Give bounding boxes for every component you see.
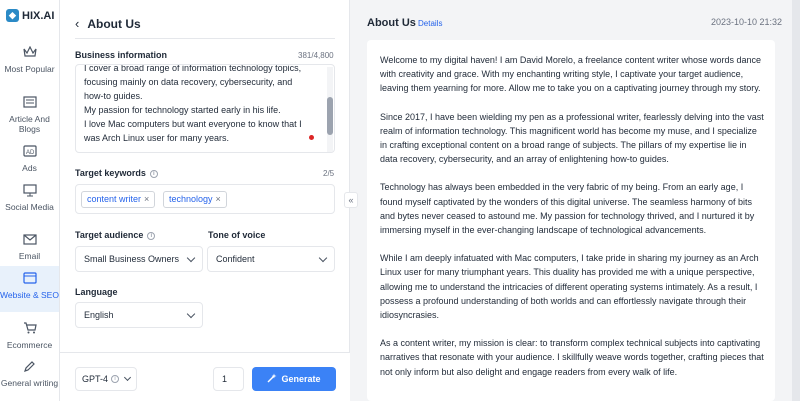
text-line: I cover a broad range of information tec… [84, 64, 302, 73]
output-paragraph: Since 2017, I have been wielding my pen … [380, 111, 764, 165]
ad-icon: AD [22, 143, 38, 159]
sidebar-item-most-popular[interactable]: Most Popular [0, 44, 59, 86]
chevron-down-icon [186, 253, 196, 263]
mail-icon [22, 231, 38, 247]
sidebar-item-social-media[interactable]: Social Media [0, 182, 59, 224]
keywords-label-text: Target keywords [75, 168, 146, 178]
output-title: About Us [367, 17, 416, 29]
back-button[interactable]: ‹ About Us [75, 16, 141, 31]
keywords-counter: 2/5 [323, 169, 335, 178]
textarea-scrollbar[interactable] [327, 67, 333, 152]
language-select[interactable]: English [75, 302, 203, 328]
cart-icon [22, 320, 38, 336]
sidebar: ◆ HIX.AI Most Popular Article And Blogs … [0, 0, 60, 401]
newspaper-icon [22, 94, 38, 110]
output-paragraph: Technology has always been embedded in t… [380, 182, 755, 236]
collapse-panel-button[interactable]: « [344, 192, 358, 208]
generate-label: Generate [281, 374, 321, 384]
sidebar-item-email[interactable]: Email [0, 231, 59, 261]
scroll-thumb[interactable] [327, 97, 333, 135]
grammarly-dot-icon[interactable] [309, 135, 314, 140]
sidebar-item-label: Most Popular [4, 64, 55, 74]
business-info-textarea[interactable]: I cover a broad range of information tec… [75, 64, 335, 153]
audience-label-text: Target audience [75, 230, 144, 240]
page-scrollbar[interactable] [792, 0, 800, 401]
sidebar-item-ads[interactable]: AD Ads [0, 143, 59, 175]
action-bar: GPT-4 i 1 Generate [60, 352, 350, 401]
keyword-chip: content writer × [81, 191, 156, 208]
page-title: About Us [87, 16, 141, 31]
audience-label: Target audience i [75, 230, 156, 240]
generate-button[interactable]: Generate [252, 367, 336, 391]
sidebar-item-label: Email [18, 251, 41, 261]
keyword-chip: technology × [163, 191, 227, 208]
info-icon[interactable]: i [111, 375, 120, 383]
logo[interactable]: ◆ HIX.AI [6, 9, 54, 22]
chevron-left-icon: ‹ [75, 16, 80, 31]
keywords-label: Target keywords i [75, 168, 158, 178]
output-paragraph: While I am deeply infatuated with Mac co… [380, 253, 759, 321]
sidebar-item-label: General writing [0, 378, 59, 388]
model-select[interactable]: GPT-4 i [75, 367, 137, 391]
sidebar-item-website-seo[interactable]: Website & SEO [0, 266, 59, 312]
audience-select[interactable]: Small Business Owners [75, 246, 203, 272]
divider [75, 38, 335, 39]
pen-icon [22, 358, 38, 374]
keywords-input[interactable]: content writer × technology × [75, 184, 335, 214]
text-line: My passion for technology started early … [84, 105, 281, 115]
close-icon[interactable]: × [144, 192, 149, 207]
magic-wand-icon [267, 373, 277, 385]
info-icon[interactable]: i [149, 169, 158, 178]
details-link[interactable]: Details [418, 19, 442, 28]
language-label: Language [75, 287, 118, 297]
chevron-down-icon [123, 373, 132, 382]
tone-label: Tone of voice [208, 230, 266, 240]
business-info-label: Business information [75, 50, 168, 60]
output-timestamp: 2023-10-10 21:32 [711, 17, 783, 27]
chevron-down-icon [318, 253, 328, 263]
info-icon[interactable]: i [147, 231, 156, 240]
sidebar-item-label: Article And Blogs [9, 114, 50, 134]
sidebar-item-label: Social Media [5, 202, 54, 212]
sidebar-item-label: Website & SEO [0, 290, 59, 300]
business-info-counter: 381/4,800 [298, 51, 334, 60]
output-paragraph: As a content writer, my mission is clear… [380, 338, 764, 377]
language-value: English [84, 310, 114, 320]
svg-text:AD: AD [26, 150, 35, 156]
sidebar-item-label: Ads [22, 163, 37, 173]
output-paragraph: Welcome to my digital haven! I am David … [380, 55, 762, 94]
sidebar-item-general-writing[interactable]: General writing [0, 358, 59, 398]
model-value: GPT-4 [82, 374, 109, 384]
logo-text: HIX.AI [22, 9, 55, 22]
tone-select[interactable]: Confident [207, 246, 335, 272]
output-text[interactable]: Welcome to my digital haven! I am David … [380, 53, 764, 393]
text-line: how-to guides. [84, 91, 143, 101]
output-card: Welcome to my digital haven! I am David … [367, 40, 775, 401]
hix-logo-icon: ◆ [6, 9, 19, 22]
keyword-chip-label: technology [169, 194, 213, 204]
tone-value: Confident [216, 254, 255, 264]
audience-value: Small Business Owners [84, 254, 180, 264]
crown-icon [22, 44, 38, 60]
text-line: focusing mainly on data recovery, cybers… [84, 77, 293, 87]
close-icon[interactable]: × [216, 192, 221, 207]
chevron-down-icon [186, 309, 196, 319]
form-panel: ‹ About Us Business information 381/4,80… [60, 0, 350, 401]
keyword-chip-label: content writer [87, 194, 142, 204]
browser-icon [22, 270, 38, 286]
sidebar-item-label: Ecommerce [6, 340, 53, 350]
sidebar-item-ecommerce[interactable]: Ecommerce [0, 320, 59, 350]
text-line: was Arch Linux user for many years. [84, 133, 230, 143]
text-line: I love Mac computers but want everyone t… [84, 119, 302, 129]
monitor-icon [22, 182, 38, 198]
sidebar-item-article-blogs[interactable]: Article And Blogs [0, 94, 59, 136]
quantity-input[interactable]: 1 [213, 367, 244, 391]
